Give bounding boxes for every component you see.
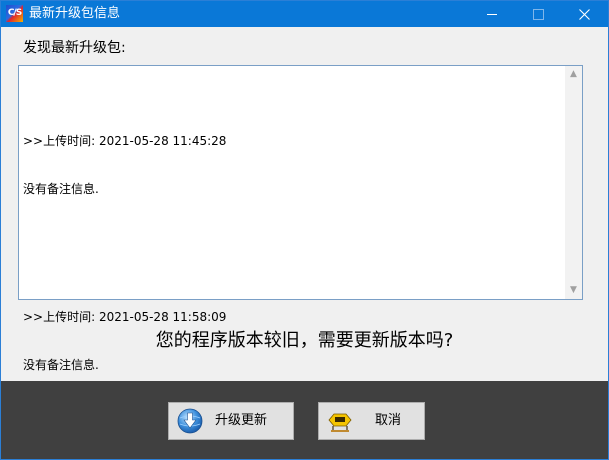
window-title: 最新升级包信息 — [29, 6, 121, 21]
title-bar[interactable]: C/S 最新升级包信息 — [1, 1, 608, 27]
remark-line: 没有备注信息. — [23, 182, 99, 196]
close-button[interactable] — [561, 1, 607, 27]
package-info-textarea[interactable]: >>上传时间: 2021-05-28 11:45:28 没有备注信息. >>上传… — [18, 65, 583, 372]
upload-time-line: >>上传时间: 2021-05-28 11:45:28 — [23, 134, 227, 148]
scroll-up-arrow-icon[interactable]: ▲ — [565, 66, 582, 83]
close-icon — [578, 8, 590, 20]
vertical-scrollbar[interactable]: ▲ ▼ — [565, 66, 582, 299]
remark-line: 没有备注信息. — [23, 358, 99, 372]
upgrade-dialog: C/S 最新升级包信息 发现最新升级包: >>上传时间: 2021-05-28 … — [0, 0, 609, 460]
download-globe-icon — [177, 408, 203, 434]
minimize-button[interactable] — [469, 1, 515, 27]
app-cs-icon: C/S — [6, 5, 23, 22]
cancel-button[interactable]: 取消 — [318, 402, 425, 440]
exit-sign-icon — [328, 413, 352, 432]
update-question: 您的程序版本较旧，需要更新版本吗? — [155, 330, 454, 351]
found-package-label: 发现最新升级包: — [23, 40, 126, 56]
scroll-down-arrow-icon[interactable]: ▼ — [565, 282, 582, 299]
upgrade-button[interactable]: 升级更新 — [168, 402, 294, 440]
upgrade-button-label: 升级更新 — [215, 413, 268, 428]
button-panel: 升级更新 取消 — [1, 381, 608, 459]
cancel-button-label: 取消 — [375, 413, 402, 428]
maximize-icon — [532, 8, 544, 20]
upload-time-line: >>上传时间: 2021-05-28 11:58:09 — [23, 310, 227, 324]
maximize-button[interactable] — [515, 1, 561, 27]
log-entry: >>上传时间: 2021-05-28 11:45:28 没有备注信息. — [23, 101, 562, 229]
minimize-icon — [487, 13, 497, 15]
